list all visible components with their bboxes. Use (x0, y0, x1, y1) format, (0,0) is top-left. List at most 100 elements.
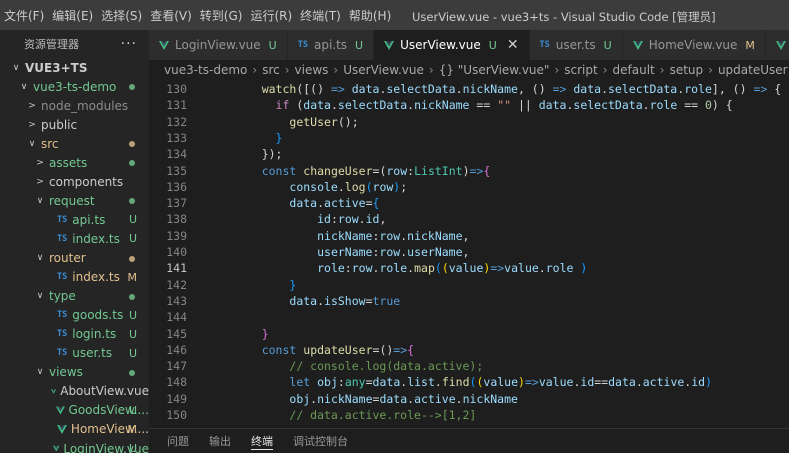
panel-tab[interactable]: 调试控制台 (293, 433, 348, 449)
chevron-down-icon[interactable]: ∨ (34, 291, 46, 301)
code-token: "" (497, 98, 512, 113)
code-line[interactable]: 145 } (149, 326, 789, 342)
tree-item[interactable]: ∨ request (0, 191, 149, 210)
tab-userview-vue[interactable]: UserView.vue U ✕ (374, 30, 530, 60)
breadcrumb-item[interactable]: vue3-ts-demo (164, 63, 247, 77)
close-icon[interactable]: ✕ (507, 37, 519, 53)
chevron-right-icon[interactable]: > (26, 101, 38, 111)
code-text: } (234, 130, 283, 146)
code-line[interactable]: 136 console.log(row); (149, 179, 789, 195)
panel-tab[interactable]: 问题 (167, 433, 189, 449)
code-line[interactable]: 143 data.isShow=true (149, 293, 789, 309)
code-token: changeUser (303, 163, 373, 178)
code-token: id (691, 375, 706, 390)
code-token: data (379, 391, 408, 406)
tree-item[interactable]: ∨ vue3-ts-demo (0, 77, 149, 96)
tree-item[interactable]: ∨ type (0, 287, 149, 306)
code-text: data.active={ (234, 195, 379, 211)
tree-item[interactable]: ∨ views (0, 363, 149, 382)
code-token: id (317, 212, 331, 227)
breadcrumb-item[interactable]: default (613, 63, 655, 77)
code-line[interactable]: 140 userName:row.userName, (149, 244, 789, 260)
code-token: . (337, 179, 345, 194)
code-line[interactable]: 147 // console.log(data.active); (149, 358, 789, 374)
chevron-right-icon[interactable]: > (34, 158, 46, 168)
code-line[interactable]: 150 // data.active.role-->[1,2] (149, 407, 789, 423)
tree-item-label: node_modules (41, 98, 129, 113)
chevron-down-icon[interactable]: ∨ (26, 139, 38, 149)
code-line[interactable]: 130 watch([() => data.selectData.nickNam… (149, 81, 789, 97)
tree-item[interactable]: > components (0, 172, 149, 191)
code-line[interactable]: 139 nickName:row.nickName, (149, 228, 789, 244)
panel-tab[interactable]: 终端 (251, 433, 273, 450)
line-number: 136 (166, 179, 187, 194)
menu-item[interactable]: 帮助(H) (345, 7, 395, 24)
menu-item[interactable]: 转到(G) (196, 7, 247, 24)
code-line[interactable]: 142 } (149, 277, 789, 293)
code-token: userName (407, 245, 463, 259)
code-line[interactable]: 137 data.active={ (149, 195, 789, 211)
chevron-down-icon[interactable]: ∨ (18, 82, 30, 92)
code-text: obj.nickName=data.active.nickName (234, 391, 518, 407)
menu-item[interactable]: 选择(S) (97, 7, 146, 24)
code-line[interactable]: 148 let obj:any=data.list.find((value)=>… (149, 374, 789, 390)
code-line[interactable]: 132 getUser(); (149, 114, 789, 130)
tree-item[interactable]: ∨ router (0, 249, 149, 268)
tree-item[interactable]: TS goods.ts U (0, 306, 149, 325)
menu-item[interactable]: 查看(V) (146, 7, 196, 24)
tree-item[interactable]: TS index.ts U (0, 229, 149, 248)
tree-item[interactable]: LoginView.vue U (0, 439, 149, 453)
chevron-right-icon[interactable]: > (34, 177, 46, 187)
tree-item[interactable]: TS login.ts U (0, 325, 149, 344)
breadcrumb-item[interactable]: src (262, 63, 280, 77)
tree-item[interactable]: > node_modules (0, 96, 149, 115)
chevron-down-icon[interactable]: ∨ (34, 253, 46, 263)
code-line[interactable]: 135 const changeUser=(row:ListInt)=>{ (149, 163, 789, 179)
breadcrumb-item[interactable]: UserView.vue (343, 63, 424, 77)
panel-tab[interactable]: 输出 (209, 433, 231, 449)
code-line[interactable]: 138 id:row.id, (149, 211, 789, 227)
code-line[interactable]: 133 } (149, 130, 789, 146)
code-token: . (642, 98, 650, 113)
code-editor[interactable]: 130 watch([() => data.selectData.nickNam… (149, 79, 789, 450)
chevron-right-icon[interactable]: > (26, 120, 38, 130)
menu-item[interactable]: 编辑(E) (48, 7, 97, 24)
tree-item[interactable]: TS user.ts U (0, 344, 149, 363)
vue-file-icon (632, 40, 643, 50)
code-line[interactable]: 131 if (data.selectData.nickName == "" |… (149, 97, 789, 113)
more-actions-icon[interactable]: ··· (121, 36, 137, 52)
tree-item[interactable]: > assets (0, 153, 149, 172)
breadcrumb-item[interactable]: updateUser (718, 63, 788, 77)
tree-item[interactable]: HomeView.... M (0, 420, 149, 439)
code-line[interactable]: 141 role:row.role.map((value)=>value.rol… (149, 260, 789, 276)
breadcrumb-item[interactable]: {} "UserView.vue" (439, 63, 550, 77)
chevron-down-icon[interactable]: ∨ (10, 63, 22, 73)
code-token: , (379, 212, 387, 227)
code-line[interactable]: 134 }); (149, 146, 789, 162)
chevron-down-icon[interactable]: ∨ (34, 196, 46, 206)
tree-item[interactable]: ∨ VUE3+TS (0, 58, 149, 77)
breadcrumb-item[interactable]: script (564, 63, 597, 77)
tree-item[interactable]: > public (0, 115, 149, 134)
breadcrumb-item[interactable]: views (295, 63, 329, 77)
breadcrumb-item[interactable]: setup (670, 63, 704, 77)
code-line[interactable]: 149 obj.nickName=data.active.nickName (149, 391, 789, 407)
tab-loginview-vue[interactable]: LoginView.vue U (149, 30, 288, 60)
tab-homeview-vue[interactable]: HomeView.vue M (622, 30, 766, 60)
tree-item[interactable]: ∨ src (0, 134, 149, 153)
tree-item[interactable]: TS api.ts U (0, 210, 149, 229)
tree-item[interactable]: GoodsView.... U (0, 401, 149, 420)
menu-item[interactable]: 终端(T) (296, 7, 345, 24)
tab-go[interactable]: Go (765, 30, 789, 60)
code-token: value (504, 261, 539, 276)
breadcrumb-separator-icon: › (333, 62, 339, 77)
tab-user-ts[interactable]: TS user.ts U (529, 30, 623, 60)
tree-item[interactable]: TS index.ts M (0, 268, 149, 287)
code-line[interactable]: 146 const updateUser=()=>{ (149, 342, 789, 358)
menu-item[interactable]: 运行(R) (246, 7, 296, 24)
menu-item[interactable]: 文件(F) (0, 7, 48, 24)
tab-api-ts[interactable]: TS api.ts U (287, 30, 375, 60)
chevron-down-icon[interactable]: ∨ (34, 367, 46, 377)
code-line[interactable]: 144 (149, 309, 789, 325)
tree-item[interactable]: AboutView.vue (0, 382, 149, 401)
